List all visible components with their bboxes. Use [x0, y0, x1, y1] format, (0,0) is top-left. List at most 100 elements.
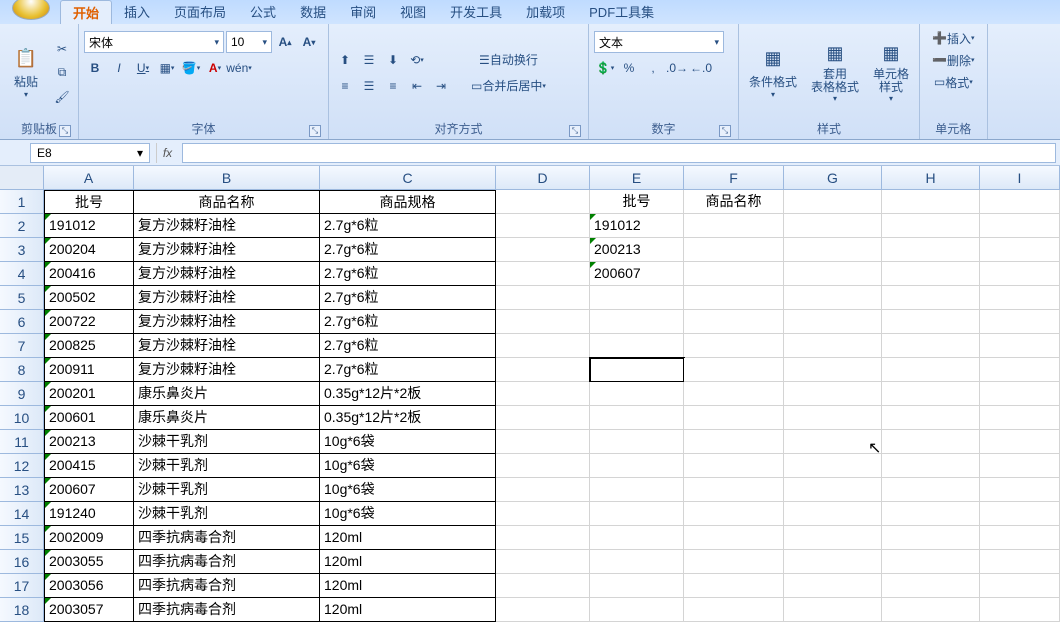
cell[interactable]: [980, 190, 1060, 214]
select-all-corner[interactable]: [0, 166, 44, 190]
row-header-17[interactable]: 17: [0, 574, 44, 598]
tab-公式[interactable]: 公式: [238, 0, 288, 24]
insert-cells-button[interactable]: ➕ 插入 ▾: [925, 27, 981, 49]
cell[interactable]: 2003056: [44, 574, 134, 598]
cell[interactable]: [784, 550, 882, 574]
cell[interactable]: [980, 214, 1060, 238]
cell[interactable]: [496, 550, 590, 574]
spreadsheet-grid[interactable]: ABCDEFGHI 123456789101112131415161718 批号…: [0, 166, 1060, 629]
cell[interactable]: [684, 526, 784, 550]
cell[interactable]: 2003055: [44, 550, 134, 574]
row-header-13[interactable]: 13: [0, 478, 44, 502]
cell[interactable]: [496, 526, 590, 550]
cell[interactable]: 沙棘干乳剂: [134, 454, 320, 478]
cell[interactable]: 200213: [590, 238, 684, 262]
cell[interactable]: 复方沙棘籽油栓: [134, 310, 320, 334]
cell[interactable]: 2.7g*6粒: [320, 214, 496, 238]
cell[interactable]: 200201: [44, 382, 134, 406]
cell[interactable]: 2.7g*6粒: [320, 310, 496, 334]
cell[interactable]: [882, 382, 980, 406]
cut-button[interactable]: ✂: [51, 38, 73, 60]
cell[interactable]: [980, 286, 1060, 310]
cell[interactable]: 批号: [44, 190, 134, 214]
cell[interactable]: [980, 478, 1060, 502]
cell[interactable]: [882, 526, 980, 550]
cell[interactable]: [980, 238, 1060, 262]
cell[interactable]: [980, 382, 1060, 406]
cell[interactable]: [882, 550, 980, 574]
align-dialog-launcher[interactable]: ⤡: [569, 125, 581, 137]
cell[interactable]: 200911: [44, 358, 134, 382]
col-header-I[interactable]: I: [980, 166, 1060, 190]
cell[interactable]: 四季抗病毒合剂: [134, 598, 320, 622]
align-top-button[interactable]: ⬆: [334, 49, 356, 71]
conditional-format-button[interactable]: ▦条件格式▾: [744, 33, 802, 113]
underline-button[interactable]: U▾: [132, 57, 154, 79]
cell[interactable]: [784, 358, 882, 382]
cell[interactable]: [590, 430, 684, 454]
cell[interactable]: 四季抗病毒合剂: [134, 550, 320, 574]
cell[interactable]: 200722: [44, 310, 134, 334]
cell[interactable]: [496, 454, 590, 478]
cell[interactable]: [784, 502, 882, 526]
cell[interactable]: 复方沙棘籽油栓: [134, 262, 320, 286]
cell[interactable]: 191240: [44, 502, 134, 526]
cell[interactable]: [590, 406, 684, 430]
cell[interactable]: [980, 430, 1060, 454]
cell[interactable]: 复方沙棘籽油栓: [134, 286, 320, 310]
cell[interactable]: [980, 454, 1060, 478]
cell[interactable]: [684, 262, 784, 286]
office-button[interactable]: [12, 0, 50, 20]
cell[interactable]: 复方沙棘籽油栓: [134, 214, 320, 238]
cell[interactable]: 复方沙棘籽油栓: [134, 238, 320, 262]
row-header-18[interactable]: 18: [0, 598, 44, 622]
cell[interactable]: [784, 430, 882, 454]
cell[interactable]: [784, 310, 882, 334]
cells-area[interactable]: 批号商品名称商品规格批号商品名称191012复方沙棘籽油栓2.7g*6粒1910…: [44, 190, 1060, 622]
cell[interactable]: 120ml: [320, 550, 496, 574]
number-format-combo[interactable]: 文本▾: [594, 31, 724, 53]
row-header-9[interactable]: 9: [0, 382, 44, 406]
cell[interactable]: [980, 574, 1060, 598]
tab-页面布局[interactable]: 页面布局: [162, 0, 238, 24]
cell[interactable]: 10g*6袋: [320, 430, 496, 454]
cell[interactable]: [684, 454, 784, 478]
cell[interactable]: 10g*6袋: [320, 454, 496, 478]
cell[interactable]: 四季抗病毒合剂: [134, 574, 320, 598]
tab-PDF工具集[interactable]: PDF工具集: [577, 0, 666, 24]
cell[interactable]: [980, 310, 1060, 334]
cell[interactable]: 200607: [590, 262, 684, 286]
row-header-12[interactable]: 12: [0, 454, 44, 478]
font-name-combo[interactable]: 宋体▾: [84, 31, 224, 53]
cell[interactable]: 复方沙棘籽油栓: [134, 358, 320, 382]
cell[interactable]: [784, 406, 882, 430]
copy-button[interactable]: ⧉: [51, 62, 73, 84]
cell[interactable]: [684, 430, 784, 454]
col-header-G[interactable]: G: [784, 166, 882, 190]
cell[interactable]: [496, 502, 590, 526]
cell[interactable]: 2003057: [44, 598, 134, 622]
cell[interactable]: [590, 598, 684, 622]
cell[interactable]: [684, 502, 784, 526]
row-header-7[interactable]: 7: [0, 334, 44, 358]
increase-font-button[interactable]: A▴: [274, 31, 296, 53]
clipboard-dialog-launcher[interactable]: ⤡: [59, 125, 71, 137]
cell[interactable]: [784, 334, 882, 358]
cell[interactable]: [496, 598, 590, 622]
cell[interactable]: [882, 406, 980, 430]
cell[interactable]: 0.35g*12片*2板: [320, 406, 496, 430]
cell[interactable]: 191012: [44, 214, 134, 238]
cell[interactable]: 200825: [44, 334, 134, 358]
cell[interactable]: [882, 334, 980, 358]
cell[interactable]: [882, 430, 980, 454]
cell[interactable]: [784, 598, 882, 622]
cell[interactable]: [590, 382, 684, 406]
cell[interactable]: 200416: [44, 262, 134, 286]
cell[interactable]: 2.7g*6粒: [320, 358, 496, 382]
cell[interactable]: 商品名称: [134, 190, 320, 214]
cell[interactable]: [882, 190, 980, 214]
col-header-A[interactable]: A: [44, 166, 134, 190]
cell[interactable]: [684, 358, 784, 382]
format-cells-button[interactable]: ▭ 格式 ▾: [927, 71, 980, 93]
cell[interactable]: 2.7g*6粒: [320, 238, 496, 262]
